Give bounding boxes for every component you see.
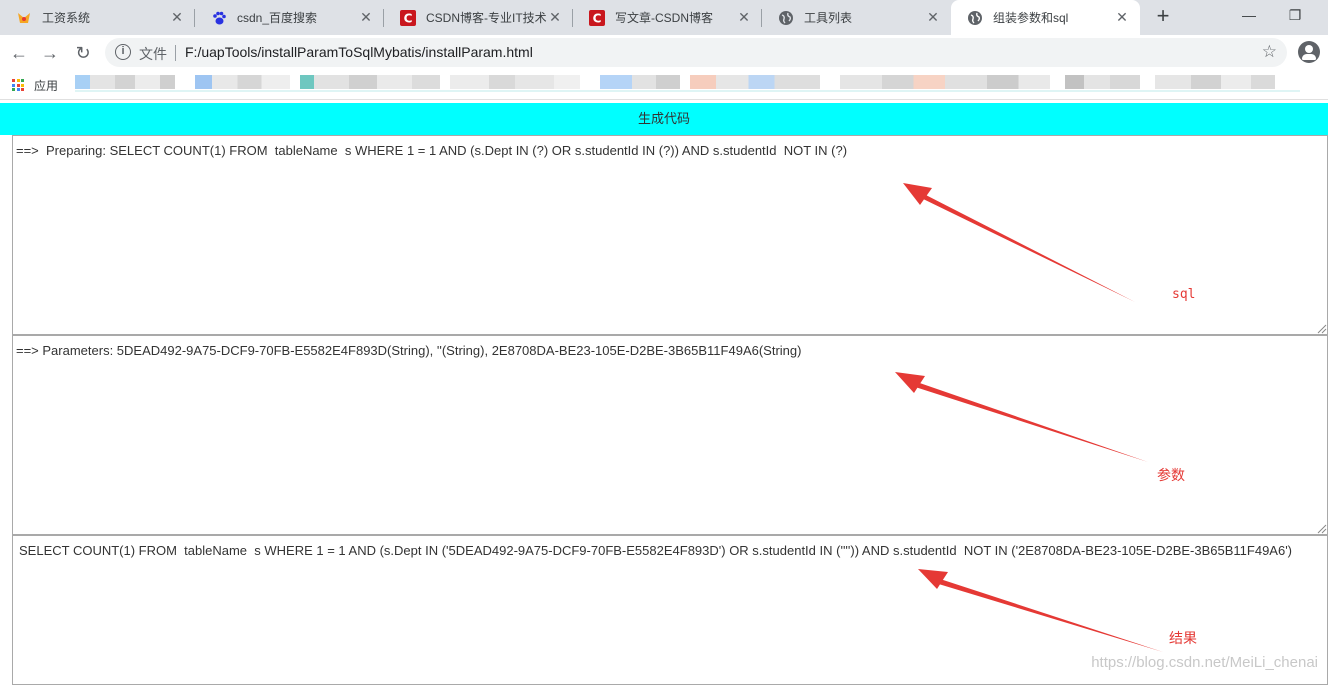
annotation-params-label: 参数 — [1157, 465, 1185, 485]
params-textarea[interactable]: ==> Parameters: 5DEAD492-9A75-DCF9-70FB-… — [12, 335, 1328, 535]
tab-csdn-home[interactable]: C CSDN博客-专业IT技术 ✕ — [384, 0, 573, 35]
svg-text:C: C — [593, 11, 602, 25]
tab-title: 组装参数和sql — [993, 9, 1068, 26]
scheme-label: 文件 — [139, 44, 167, 64]
tab-csdn-write[interactable]: C 写文章-CSDN博客 ✕ — [573, 0, 762, 35]
profile-avatar-icon[interactable] — [1298, 41, 1320, 63]
tab-title: 工具列表 — [804, 9, 852, 26]
resize-handle-icon[interactable] — [1317, 524, 1327, 534]
tab-active-install-param[interactable]: 组装参数和sql ✕ — [951, 0, 1140, 35]
reload-button[interactable]: ↻ — [69, 39, 97, 67]
csdn-logo-icon: C — [400, 10, 416, 26]
annotation-sql-label: sql — [1172, 287, 1195, 302]
url-text[interactable]: F:/uapTools/installParamToSqlMybatis/ins… — [185, 44, 533, 60]
apps-label[interactable]: 应用 — [34, 77, 58, 94]
close-icon[interactable]: ✕ — [169, 9, 185, 25]
resize-handle-icon[interactable] — [1317, 324, 1327, 334]
info-icon[interactable]: i — [115, 44, 131, 60]
sql-textarea[interactable]: ==> Preparing: SELECT COUNT(1) FROM tabl… — [12, 135, 1328, 335]
restore-button[interactable]: ❐ — [1272, 0, 1318, 30]
close-icon[interactable]: ✕ — [358, 9, 374, 25]
tab-title: csdn_百度搜索 — [237, 9, 317, 26]
bookmark-item[interactable] — [1065, 75, 1140, 89]
tab-strip: 工资系统 ✕ csdn_百度搜索 ✕ C CSDN博客-专业IT技术 ✕ C 写… — [0, 0, 1328, 35]
close-icon[interactable]: ✕ — [925, 9, 941, 25]
csdn-logo-icon: C — [589, 10, 605, 26]
globe-icon — [778, 10, 794, 26]
close-icon[interactable]: ✕ — [547, 9, 563, 25]
baidu-paw-icon — [211, 10, 227, 26]
tab-payroll[interactable]: 工资系统 ✕ — [0, 0, 195, 35]
forward-button[interactable]: → — [36, 39, 64, 67]
address-bar[interactable]: i 文件 F:/uapTools/installParamToSqlMybati… — [105, 38, 1287, 67]
bookmark-item[interactable] — [600, 75, 680, 89]
bookmark-item[interactable] — [75, 75, 175, 89]
svg-text:C: C — [404, 11, 413, 25]
bookmarks-bar: 应用 — [0, 70, 1328, 100]
tab-title: 写文章-CSDN博客 — [615, 9, 713, 26]
bookmark-item[interactable] — [195, 75, 290, 89]
apps-grid-icon[interactable] — [12, 79, 24, 91]
bookmark-item[interactable] — [690, 75, 820, 89]
generate-code-button[interactable]: 生成代码 — [0, 103, 1328, 135]
tab-title: CSDN博客-专业IT技术 — [426, 9, 556, 26]
close-icon[interactable]: ✕ — [736, 9, 752, 25]
minimize-button[interactable]: — — [1226, 0, 1272, 30]
bookmark-underline — [75, 90, 1300, 92]
bookmark-star-icon[interactable]: ☆ — [1262, 42, 1277, 62]
tab-baidu[interactable]: csdn_百度搜索 ✕ — [195, 0, 384, 35]
annotation-result-label: 结果 — [1169, 628, 1197, 648]
watermark: https://blog.csdn.net/MeiLi_chenai — [1091, 654, 1318, 671]
tab-title: 工资系统 — [42, 9, 90, 26]
back-button[interactable]: ← — [5, 39, 33, 67]
payroll-icon — [16, 10, 32, 26]
close-icon[interactable]: ✕ — [1114, 9, 1130, 25]
new-tab-button[interactable]: + — [1150, 4, 1176, 30]
tab-tools-list[interactable]: 工具列表 ✕ — [762, 0, 951, 35]
bookmark-item[interactable] — [1155, 75, 1275, 89]
globe-icon — [967, 10, 983, 26]
bookmark-item[interactable] — [300, 75, 440, 89]
bookmark-item[interactable] — [450, 75, 580, 89]
omnibox-divider — [175, 45, 176, 61]
bookmark-item[interactable] — [840, 75, 1050, 89]
browser-toolbar: ← → ↻ i 文件 F:/uapTools/installParamToSql… — [0, 35, 1328, 70]
